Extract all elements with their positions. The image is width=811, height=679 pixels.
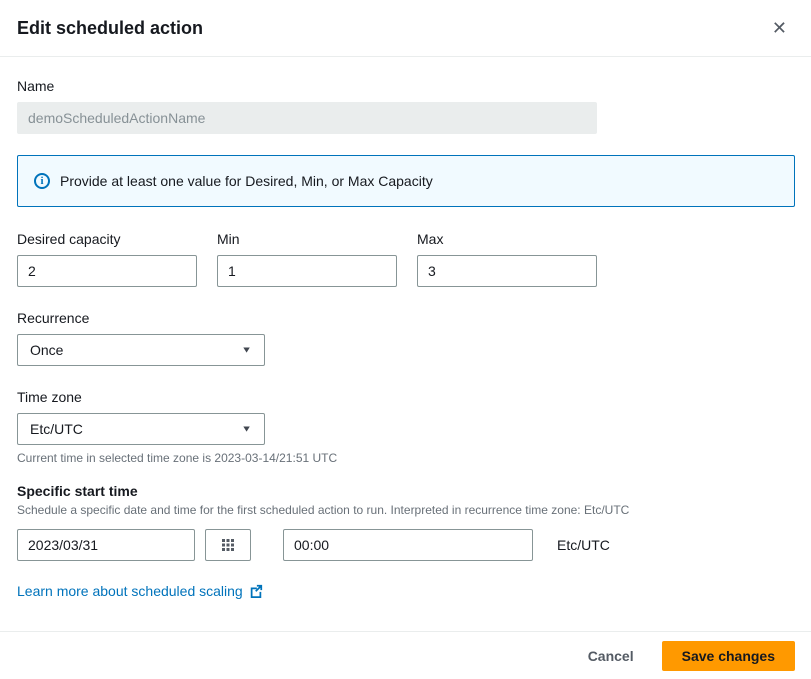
max-capacity-input[interactable] xyxy=(417,255,597,287)
info-alert: i Provide at least one value for Desired… xyxy=(17,155,795,207)
learn-more-link[interactable]: Learn more about scheduled scaling xyxy=(17,583,263,599)
calendar-picker-button[interactable] xyxy=(205,529,251,561)
save-changes-button[interactable]: Save changes xyxy=(662,641,795,671)
capacity-row: Desired capacity Min Max xyxy=(17,231,794,287)
chevron-down-icon: ▼ xyxy=(241,345,252,355)
recurrence-group: Recurrence Once ▼ xyxy=(17,310,794,366)
info-icon: i xyxy=(34,173,50,189)
recurrence-label: Recurrence xyxy=(17,310,794,326)
modal-footer: Cancel Save changes xyxy=(0,631,811,679)
timezone-select[interactable]: Etc/UTC ▼ xyxy=(17,413,265,445)
min-capacity-input[interactable] xyxy=(217,255,397,287)
timezone-label: Time zone xyxy=(17,389,794,405)
name-label: Name xyxy=(17,78,597,94)
min-capacity-group: Min xyxy=(217,231,397,287)
close-icon[interactable]: ✕ xyxy=(768,15,791,41)
start-time-description: Schedule a specific date and time for th… xyxy=(17,503,794,517)
info-alert-text: Provide at least one value for Desired, … xyxy=(60,173,433,189)
edit-scheduled-action-modal: Edit scheduled action ✕ Name i Provide a… xyxy=(0,0,811,679)
external-link-icon xyxy=(249,584,263,598)
name-field-group: Name xyxy=(17,78,597,134)
calendar-icon xyxy=(220,537,236,553)
timezone-helper-text: Current time in selected time zone is 20… xyxy=(17,451,794,465)
chevron-down-icon: ▼ xyxy=(241,424,252,434)
desired-capacity-group: Desired capacity xyxy=(17,231,197,287)
timezone-group: Time zone Etc/UTC ▼ Current time in sele… xyxy=(17,389,794,465)
modal-header: Edit scheduled action ✕ xyxy=(0,0,811,57)
modal-title: Edit scheduled action xyxy=(17,18,203,39)
timezone-suffix-text: Etc/UTC xyxy=(557,537,610,553)
start-time-label: Specific start time xyxy=(17,483,794,499)
name-input xyxy=(17,102,597,134)
start-time-group: Specific start time Schedule a specific … xyxy=(17,483,794,561)
recurrence-select[interactable]: Once ▼ xyxy=(17,334,265,366)
cancel-button[interactable]: Cancel xyxy=(588,642,634,670)
recurrence-selected-value: Once xyxy=(30,342,63,358)
desired-capacity-label: Desired capacity xyxy=(17,231,197,247)
timezone-selected-value: Etc/UTC xyxy=(30,421,83,437)
max-capacity-group: Max xyxy=(417,231,597,287)
start-time-row: Etc/UTC xyxy=(17,529,794,561)
min-capacity-label: Min xyxy=(217,231,397,247)
start-time-input[interactable] xyxy=(283,529,533,561)
learn-more-link-label: Learn more about scheduled scaling xyxy=(17,583,243,599)
start-date-input[interactable] xyxy=(17,529,195,561)
desired-capacity-input[interactable] xyxy=(17,255,197,287)
modal-body: Name i Provide at least one value for De… xyxy=(0,57,811,631)
max-capacity-label: Max xyxy=(417,231,597,247)
